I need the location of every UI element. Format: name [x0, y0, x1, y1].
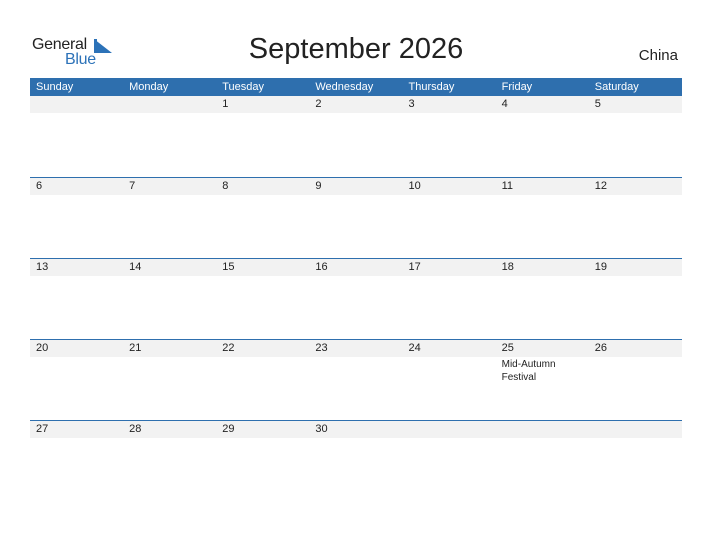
country-label: China	[638, 47, 678, 64]
week-row: 27 28 29 30	[30, 420, 682, 501]
week-row: 1 2 3 4 5	[30, 96, 682, 177]
holiday-event: Mid-Autumn Festival	[501, 359, 556, 383]
weekday-header-row: Sunday Monday Tuesday Wednesday Thursday…	[30, 78, 682, 96]
day-cell: 22	[216, 340, 309, 384]
week-cells: 1 2 3 4 5	[30, 96, 682, 113]
day-number: 24	[408, 342, 421, 354]
week-cells: 27 28 29 30	[30, 421, 682, 438]
day-cell: 25 Mid-Autumn Festival	[496, 340, 589, 384]
day-number: 19	[594, 261, 607, 273]
day-cell: 20	[30, 340, 123, 384]
day-number: 13	[36, 261, 49, 273]
day-cell	[123, 96, 216, 113]
day-number: 3	[408, 98, 415, 110]
day-cell: 14	[123, 259, 216, 276]
day-cell: 13	[30, 259, 123, 276]
week-cells: 20 21 22 23 24 25 Mid-Autumn Festival 26	[30, 340, 682, 384]
day-number: 9	[315, 180, 322, 192]
calendar-grid: Sunday Monday Tuesday Wednesday Thursday…	[30, 78, 682, 501]
day-cell: 12	[589, 178, 682, 195]
day-number: 21	[129, 342, 142, 354]
day-number: 2	[315, 98, 322, 110]
day-cell	[403, 421, 496, 438]
weekday-saturday: Saturday	[594, 81, 639, 93]
weekday-thursday: Thursday	[408, 81, 455, 93]
day-cell: 17	[403, 259, 496, 276]
day-number: 16	[315, 261, 328, 273]
day-cell: 2	[309, 96, 402, 113]
day-cell	[30, 96, 123, 113]
day-number: 12	[594, 180, 607, 192]
day-number: 4	[501, 98, 508, 110]
calendar-title: September 2026	[248, 33, 464, 65]
day-cell: 29	[216, 421, 309, 438]
day-number: 1	[222, 98, 229, 110]
day-cell: 24	[403, 340, 496, 384]
day-number: 11	[501, 180, 514, 192]
day-number: 10	[408, 180, 421, 192]
day-cell: 7	[123, 178, 216, 195]
day-cell: 11	[496, 178, 589, 195]
day-cell	[496, 421, 589, 438]
day-cell	[589, 421, 682, 438]
day-number: 8	[222, 180, 229, 192]
day-number: 5	[594, 98, 601, 110]
day-number: 28	[129, 423, 142, 435]
weekday-tuesday: Tuesday	[222, 81, 265, 93]
day-number: 6	[36, 180, 43, 192]
day-cell: 21	[123, 340, 216, 384]
weekday-monday: Monday	[129, 81, 169, 93]
day-cell: 18	[496, 259, 589, 276]
day-cell: 6	[30, 178, 123, 195]
day-number: 30	[315, 423, 328, 435]
week-row: 20 21 22 23 24 25 Mid-Autumn Festival 26	[30, 339, 682, 420]
day-number: 15	[222, 261, 235, 273]
day-cell: 28	[123, 421, 216, 438]
day-number: 17	[408, 261, 421, 273]
day-cell: 3	[403, 96, 496, 113]
weekday-wednesday: Wednesday	[315, 81, 374, 93]
day-cell: 16	[309, 259, 402, 276]
day-cell: 9	[309, 178, 402, 195]
day-cell: 1	[216, 96, 309, 113]
day-cell: 10	[403, 178, 496, 195]
weeks-container: 1 2 3 4 5 6 7 8 9 10 11 12 13 14 15 16 17 18 19 20 21 22 23 24 2…	[30, 96, 682, 501]
day-cell: 5	[589, 96, 682, 113]
day-number: 26	[594, 342, 607, 354]
week-row: 13 14 15 16 17 18 19	[30, 258, 682, 339]
day-cell: 4	[496, 96, 589, 113]
day-number: 23	[315, 342, 328, 354]
day-cell: 27	[30, 421, 123, 438]
week-cells: 13 14 15 16 17 18 19	[30, 259, 682, 276]
day-number: 20	[36, 342, 49, 354]
day-number: 14	[129, 261, 142, 273]
day-number: 18	[501, 261, 514, 273]
week-row: 6 7 8 9 10 11 12	[30, 177, 682, 258]
week-cells: 6 7 8 9 10 11 12	[30, 178, 682, 195]
day-number: 29	[222, 423, 235, 435]
day-number: 22	[222, 342, 235, 354]
day-cell: 15	[216, 259, 309, 276]
day-number: 27	[36, 423, 49, 435]
day-number: 7	[129, 180, 136, 192]
day-cell: 8	[216, 178, 309, 195]
day-cell: 30	[309, 421, 402, 438]
weekday-sunday: Sunday	[36, 81, 74, 93]
day-cell: 26	[589, 340, 682, 384]
day-number: 25	[501, 342, 514, 354]
weekday-friday: Friday	[501, 81, 533, 93]
day-cell: 23	[309, 340, 402, 384]
day-cell: 19	[589, 259, 682, 276]
